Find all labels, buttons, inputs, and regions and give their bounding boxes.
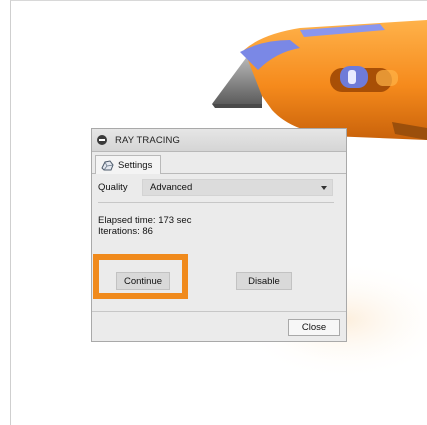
footer-divider bbox=[92, 311, 346, 312]
dialog-header: RAY TRACING bbox=[92, 129, 346, 152]
tab-settings[interactable]: Settings bbox=[95, 155, 162, 174]
ray-tracing-dialog: RAY TRACING Settings Quality Advanced El… bbox=[91, 128, 347, 342]
tab-label: Settings bbox=[118, 159, 153, 171]
close-button[interactable]: Close bbox=[288, 319, 340, 336]
chevron-down-icon bbox=[321, 185, 327, 190]
collapse-icon[interactable] bbox=[97, 135, 107, 145]
quality-dropdown[interactable]: Advanced bbox=[142, 179, 333, 196]
quality-label: Quality bbox=[98, 182, 128, 193]
dialog-title: RAY TRACING bbox=[115, 134, 180, 146]
disable-button[interactable]: Disable bbox=[236, 272, 292, 290]
elapsed-time-text: Elapsed time: 173 sec bbox=[98, 215, 192, 226]
render-stats: Elapsed time: 173 sec Iterations: 86 bbox=[98, 215, 191, 237]
divider bbox=[98, 202, 334, 203]
quality-value: Advanced bbox=[150, 182, 193, 193]
tab-bar: Settings bbox=[92, 152, 346, 174]
quality-row: Quality Advanced bbox=[98, 179, 333, 196]
settings-icon bbox=[101, 159, 114, 170]
iterations-text: Iterations: 86 bbox=[98, 226, 153, 237]
continue-highlight bbox=[93, 254, 188, 299]
